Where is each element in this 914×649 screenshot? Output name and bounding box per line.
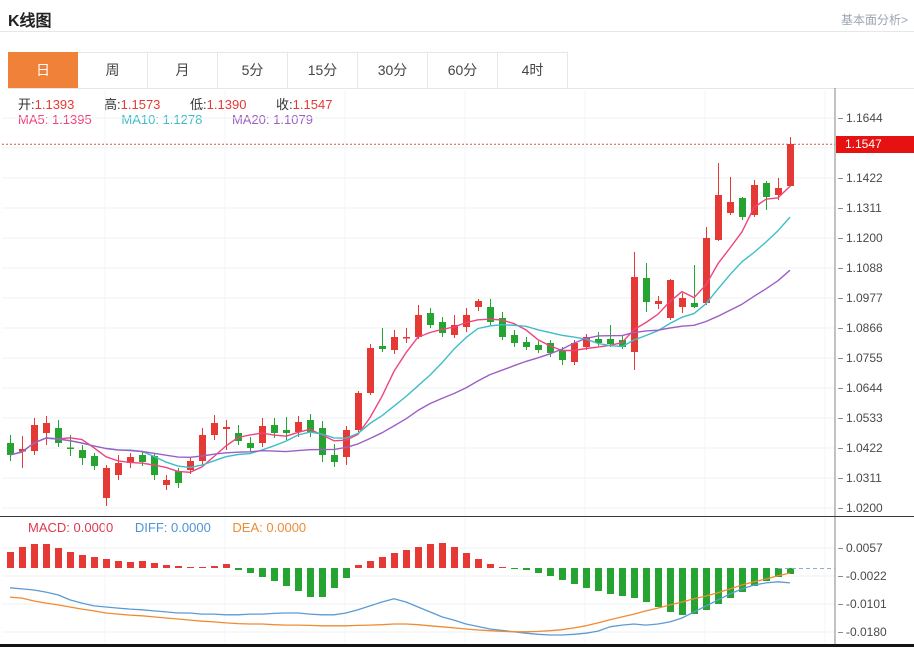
macd-chart[interactable] bbox=[0, 517, 836, 645]
fundamental-analysis-link[interactable]: 基本面分析> bbox=[841, 11, 908, 28]
macd-axis-label: -0.0101 bbox=[838, 596, 887, 612]
macd-axis-label: -0.0180 bbox=[838, 624, 887, 640]
tab-30min[interactable]: 30分 bbox=[358, 52, 428, 88]
tab-week[interactable]: 周 bbox=[78, 52, 148, 88]
macd-axis-label: 0.0057 bbox=[838, 540, 883, 556]
price-axis-label: 1.1088 bbox=[838, 260, 883, 276]
price-axis-label: 1.1422 bbox=[838, 170, 883, 186]
header-divider bbox=[0, 31, 914, 32]
price-axis-label: 1.0755 bbox=[838, 350, 883, 366]
price-axis-label: 1.0200 bbox=[838, 500, 883, 516]
tab-15min[interactable]: 15分 bbox=[288, 52, 358, 88]
page-title: K线图 bbox=[8, 7, 52, 31]
price-axis-label: 1.0644 bbox=[838, 380, 883, 396]
kline-widget: K线图 基本面分析> 日 周 月 5分 15分 30分 60分 4时 开:1.1… bbox=[0, 0, 914, 649]
price-axis-label: 1.0533 bbox=[838, 410, 883, 426]
tab-5min[interactable]: 5分 bbox=[218, 52, 288, 88]
bottom-border bbox=[0, 644, 914, 647]
current-price-badge: 1.1547 bbox=[836, 136, 914, 153]
price-axis-label: 1.0311 bbox=[838, 470, 882, 486]
macd-axis-label: -0.0022 bbox=[838, 568, 887, 584]
tab-60min[interactable]: 60分 bbox=[428, 52, 498, 88]
tab-4hour[interactable]: 4时 bbox=[498, 52, 568, 88]
tab-month[interactable]: 月 bbox=[148, 52, 218, 88]
period-tabs: 日 周 月 5分 15分 30分 60分 4时 bbox=[8, 52, 914, 89]
price-axis-label: 1.0977 bbox=[838, 290, 883, 306]
tabs-filler bbox=[568, 52, 914, 88]
price-axis-label: 1.1200 bbox=[838, 230, 883, 246]
price-axis-label: 1.1311 bbox=[838, 200, 882, 216]
price-axis-label: 1.0422 bbox=[838, 440, 883, 456]
candlestick-chart[interactable] bbox=[0, 88, 836, 517]
price-axis-label: 1.1644 bbox=[838, 110, 883, 126]
tab-day[interactable]: 日 bbox=[8, 52, 78, 88]
price-axis-label: 1.0866 bbox=[838, 320, 883, 336]
